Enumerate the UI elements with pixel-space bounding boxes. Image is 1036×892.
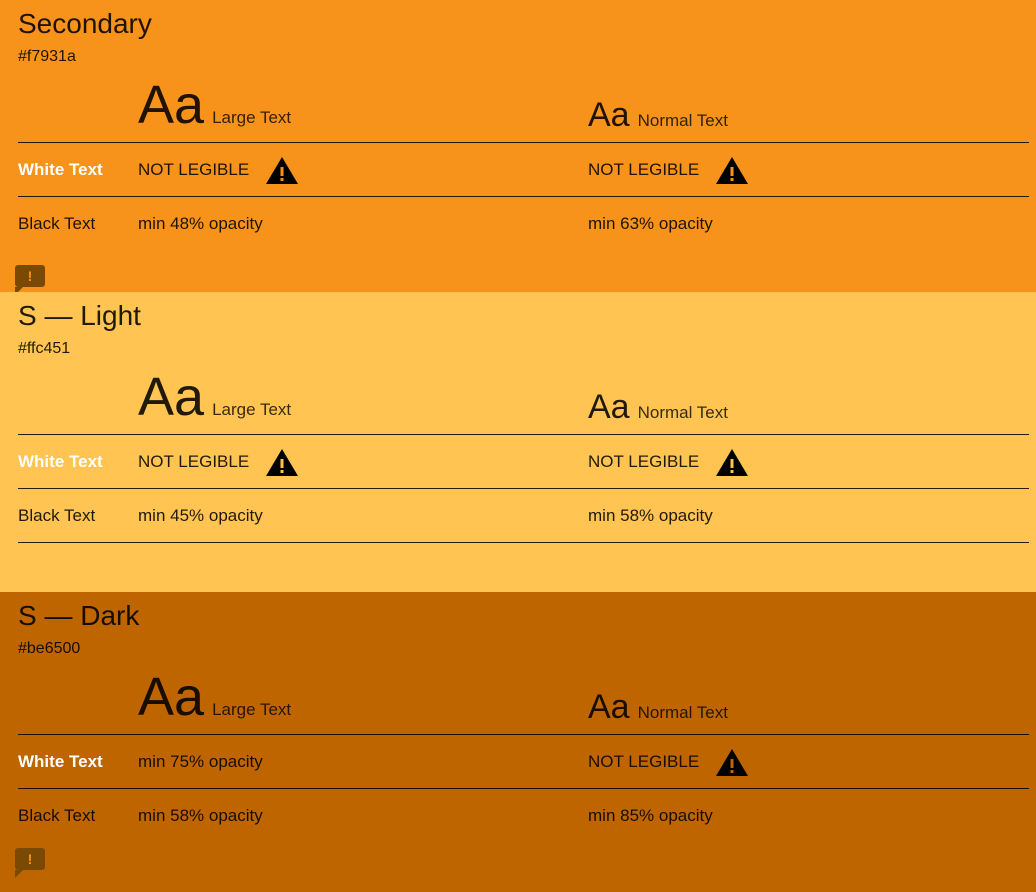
- large-text-caption: Large Text: [212, 700, 292, 719]
- color-panel-secondary: Secondary #f7931a Aa Large Text Aa Norma…: [0, 0, 1036, 295]
- normal-text-sample: Aa Normal Text: [588, 390, 728, 424]
- aa-normal-glyph: Aa: [588, 388, 630, 426]
- aa-normal-glyph: Aa: [588, 96, 630, 134]
- white-normal-result: NOT LEGIBLE: [588, 747, 749, 777]
- white-normal-result: NOT LEGIBLE: [588, 155, 749, 185]
- comment-badge-icon[interactable]: !: [15, 848, 45, 878]
- black-text-row: Black Text min 58% opacity min 85% opaci…: [18, 788, 1029, 842]
- result-text: min 45% opacity: [138, 505, 263, 525]
- result-text: min 85% opacity: [588, 805, 713, 825]
- aa-large-glyph: Aa: [138, 667, 205, 727]
- black-text-label: Black Text: [18, 505, 96, 525]
- white-text-row: White Text NOT LEGIBLE NOT LEGIBLE: [18, 434, 1029, 488]
- panel-title: S — Light: [18, 300, 141, 331]
- result-text: min 75% opacity: [138, 751, 263, 771]
- normal-text-sample: Aa Normal Text: [588, 98, 728, 132]
- type-sample-row: Aa Large Text Aa Normal Text: [18, 660, 1029, 734]
- black-text-row: Black Text min 48% opacity min 63% opaci…: [18, 196, 1029, 250]
- white-text-row: White Text NOT LEGIBLE NOT LEGIBLE: [18, 142, 1029, 196]
- normal-text-sample: Aa Normal Text: [588, 690, 728, 724]
- aa-large-glyph: Aa: [138, 75, 205, 135]
- large-text-sample: Aa Large Text: [138, 670, 291, 724]
- warning-icon: [716, 448, 749, 476]
- black-normal-result: min 58% opacity: [588, 506, 713, 526]
- comment-badge-icon[interactable]: !: [15, 265, 45, 295]
- black-large-result: min 58% opacity: [138, 806, 263, 826]
- large-text-sample: Aa Large Text: [138, 370, 291, 424]
- large-text-caption: Large Text: [212, 400, 292, 419]
- warning-icon: [716, 748, 749, 776]
- warning-icon: [266, 448, 299, 476]
- panel-hex-code: #be6500: [18, 640, 81, 657]
- result-text: min 48% opacity: [138, 213, 263, 233]
- black-text-label: Black Text: [18, 805, 96, 825]
- normal-text-caption: Normal Text: [637, 111, 728, 130]
- black-normal-result: min 63% opacity: [588, 214, 713, 234]
- white-large-result: NOT LEGIBLE: [138, 447, 299, 477]
- result-text: min 58% opacity: [138, 805, 263, 825]
- white-large-result: NOT LEGIBLE: [138, 155, 299, 185]
- white-text-label: White Text: [18, 751, 103, 771]
- black-large-result: min 48% opacity: [138, 214, 263, 234]
- result-text: min 58% opacity: [588, 505, 713, 525]
- aa-large-glyph: Aa: [138, 367, 205, 427]
- result-text: NOT LEGIBLE: [138, 159, 250, 179]
- color-panel-dark: S — Dark #be6500 Aa Large Text Aa Normal…: [0, 592, 1036, 892]
- panel-hex-code: #f7931a: [18, 48, 76, 65]
- warning-icon: [266, 156, 299, 184]
- color-panel-light: S — Light #ffc451 Aa Large Text Aa Norma…: [0, 292, 1036, 592]
- warning-icon: [716, 156, 749, 184]
- panel-title: S — Dark: [18, 600, 140, 631]
- normal-text-caption: Normal Text: [637, 703, 728, 722]
- panel-title: Secondary: [18, 8, 152, 39]
- white-normal-result: NOT LEGIBLE: [588, 447, 749, 477]
- black-text-row: Black Text min 45% opacity min 58% opaci…: [18, 488, 1029, 543]
- white-text-label: White Text: [18, 451, 103, 471]
- result-text: min 63% opacity: [588, 213, 713, 233]
- white-text-row: White Text min 75% opacity NOT LEGIBLE: [18, 734, 1029, 788]
- panel-hex-code: #ffc451: [18, 340, 71, 357]
- palette-page: Secondary #f7931a Aa Large Text Aa Norma…: [0, 0, 1036, 892]
- result-text: NOT LEGIBLE: [588, 751, 700, 771]
- black-large-result: min 45% opacity: [138, 506, 263, 526]
- type-sample-row: Aa Large Text Aa Normal Text: [18, 68, 1029, 142]
- large-text-caption: Large Text: [212, 108, 292, 127]
- black-text-label: Black Text: [18, 213, 96, 233]
- result-text: NOT LEGIBLE: [138, 451, 250, 471]
- white-text-label: White Text: [18, 159, 103, 179]
- type-sample-row: Aa Large Text Aa Normal Text: [18, 360, 1029, 434]
- aa-normal-glyph: Aa: [588, 688, 630, 726]
- large-text-sample: Aa Large Text: [138, 78, 291, 132]
- normal-text-caption: Normal Text: [637, 403, 728, 422]
- white-large-result: min 75% opacity: [138, 752, 263, 772]
- black-normal-result: min 85% opacity: [588, 806, 713, 826]
- result-text: NOT LEGIBLE: [588, 159, 700, 179]
- result-text: NOT LEGIBLE: [588, 451, 700, 471]
